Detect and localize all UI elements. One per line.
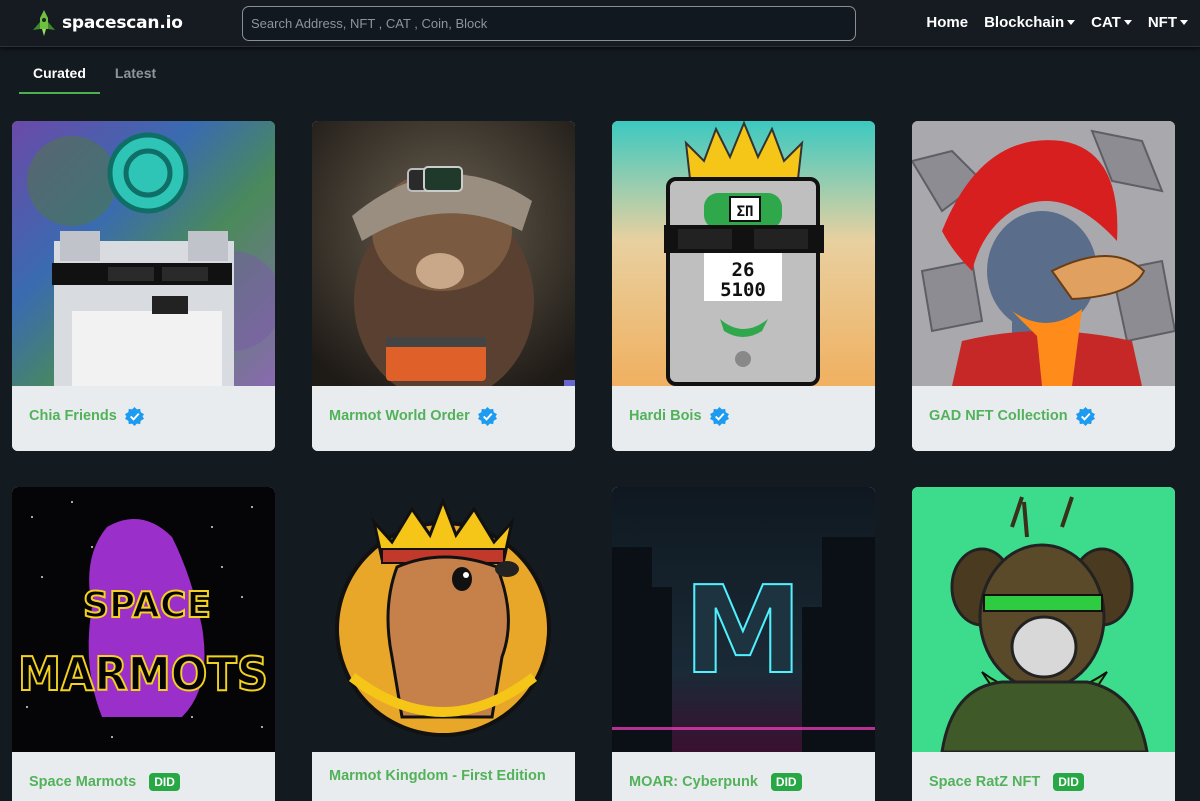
- did-badge: DID: [1053, 773, 1084, 791]
- collection-image[interactable]: [312, 121, 575, 386]
- verified-badge-icon: [124, 407, 144, 426]
- collection-card[interactable]: GAD NFT Collection: [912, 121, 1175, 451]
- collection-name[interactable]: Space RatZ NFT: [929, 774, 1040, 790]
- collection-name[interactable]: Chia Friends: [29, 408, 117, 424]
- collection-footer: Chia Friends: [12, 386, 275, 451]
- collection-image[interactable]: M: [612, 487, 875, 752]
- hardi-number-2: 5100: [720, 279, 766, 301]
- rocket-logo-icon: [33, 10, 55, 36]
- search-box[interactable]: [242, 6, 856, 41]
- space-word-2: MARMOTS: [18, 647, 268, 701]
- nav-home[interactable]: Home: [926, 14, 968, 31]
- brand-name: spacescan.io: [62, 13, 183, 33]
- collection-footer: GAD NFT Collection: [912, 386, 1175, 451]
- collection-footer: Marmot World Order: [312, 386, 575, 451]
- collection-footer: Space RatZ NFT DID: [912, 752, 1175, 801]
- nav-cat-dropdown[interactable]: CAT: [1091, 14, 1132, 31]
- collection-footer: Marmot Kingdom - First Edition: [312, 752, 575, 801]
- tab-curated[interactable]: Curated: [19, 60, 100, 94]
- caret-down-icon: [1180, 20, 1188, 25]
- collection-image[interactable]: SPACE MARMOTS: [12, 487, 275, 752]
- did-badge: DID: [149, 773, 180, 791]
- collection-card[interactable]: Space RatZ NFT DID: [912, 487, 1175, 801]
- verified-badge-icon: [709, 407, 729, 426]
- collection-card[interactable]: Marmot Kingdom - First Edition: [312, 487, 575, 801]
- caret-down-icon: [1067, 20, 1076, 25]
- nav-nft-label: NFT: [1147, 14, 1177, 31]
- nav-links: Home Blockchain CAT NFT: [910, 14, 1188, 31]
- collection-name[interactable]: Space Marmots: [29, 774, 136, 790]
- nav-nft-dropdown[interactable]: NFT: [1148, 14, 1188, 31]
- collection-image[interactable]: [912, 121, 1175, 386]
- collection-card[interactable]: M MOAR: Cyberpunk DID: [612, 487, 875, 801]
- collection-footer: Hardi Bois: [612, 386, 875, 451]
- collection-name[interactable]: Hardi Bois: [629, 408, 702, 424]
- hardi-number-1: 26: [732, 259, 755, 281]
- collection-name[interactable]: Marmot Kingdom - First Edition: [329, 768, 546, 784]
- nav-home-label: Home: [926, 14, 969, 31]
- nav-blockchain-label: Blockchain: [984, 14, 1065, 31]
- collection-card[interactable]: ΣΠ 26 5100 Hardi Bois: [612, 121, 875, 451]
- top-navbar: spacescan.io Home Blockchain CAT NFT: [0, 0, 1200, 47]
- collection-footer: Space Marmots DID: [12, 752, 275, 801]
- collection-card[interactable]: SPACE MARMOTS Space Marmots DID: [12, 487, 275, 801]
- tab-latest[interactable]: Latest: [101, 60, 170, 94]
- collection-image[interactable]: [12, 121, 275, 386]
- collection-card[interactable]: Marmot World Order: [312, 121, 575, 451]
- did-badge: DID: [770, 773, 802, 791]
- caret-down-icon: [1123, 20, 1132, 25]
- collection-card[interactable]: Chia Friends: [12, 121, 275, 451]
- brand-link[interactable]: spacescan.io: [30, 9, 183, 37]
- collection-name[interactable]: Marmot World Order: [329, 408, 470, 424]
- collection-name[interactable]: MOAR: Cyberpunk: [629, 774, 758, 790]
- verified-badge-icon: [1075, 407, 1095, 426]
- verified-badge-icon: [477, 407, 497, 426]
- search-input[interactable]: [243, 7, 855, 40]
- hardi-top-text: ΣΠ: [737, 204, 754, 220]
- moar-logo-text: M: [683, 562, 802, 701]
- collection-tabs: Curated Latest: [19, 60, 170, 94]
- nav-blockchain-dropdown[interactable]: Blockchain: [984, 14, 1076, 31]
- collection-image[interactable]: [312, 487, 575, 752]
- collection-footer: MOAR: Cyberpunk DID: [612, 752, 875, 801]
- nav-cat-label: CAT: [1091, 14, 1121, 31]
- collection-image[interactable]: ΣΠ 26 5100: [612, 121, 875, 386]
- collection-image[interactable]: [912, 487, 1175, 752]
- space-word-1: SPACE: [83, 585, 211, 626]
- collection-name[interactable]: GAD NFT Collection: [929, 408, 1068, 424]
